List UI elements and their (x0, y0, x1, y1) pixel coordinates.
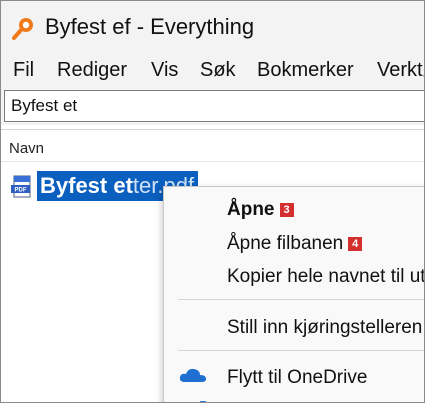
header-divider (1, 161, 424, 162)
menu-file[interactable]: Fil (13, 59, 34, 82)
menu-item-open-label: Åpne (227, 199, 275, 220)
menu-item-open[interactable]: Åpne 3 (227, 199, 294, 221)
window-title: Byfest ef - Everything (45, 14, 255, 39)
svg-text:PDF: PDF (15, 188, 27, 194)
step-badge: 3 (279, 203, 294, 217)
step-badge: 4 (348, 237, 363, 251)
search-bar (1, 87, 424, 125)
menu-item-open-path-label: Åpne filbanen (227, 233, 344, 254)
filename-match: Byfest et (40, 173, 133, 198)
magnifier-app-icon (12, 18, 33, 40)
app-window: Byfest ef - Everything Fil Rediger Vis S… (0, 0, 425, 403)
column-header-name[interactable]: Navn (9, 140, 44, 157)
menu-separator (178, 299, 424, 300)
context-menu: Åpne 3 Åpne filbanen 4 Kopier hele navnet … (163, 186, 424, 402)
menu-item-run-count-label: Still inn kjøringstelleren (227, 317, 423, 338)
menu-view[interactable]: Vis (151, 59, 178, 82)
divider (1, 129, 424, 130)
onedrive-icon (179, 368, 206, 382)
menu-item-move-to-onedrive[interactable]: Flytt til OneDrive (227, 367, 367, 389)
menu-search[interactable]: Søk (200, 59, 236, 82)
menu-item-copy-label: Kopier hele navnet til utklippstavlen (227, 266, 424, 287)
menu-bookmarks[interactable]: Bokmerker (257, 59, 354, 82)
menu-bar: Fil Rediger Vis Søk Bokmerker Verktøy (1, 53, 424, 87)
menu-item-set-run-count[interactable]: Still inn kjøringstelleren (227, 317, 422, 339)
search-input[interactable] (4, 90, 424, 122)
partial-menu-icon (200, 401, 206, 402)
menu-separator (178, 350, 424, 351)
title-bar: Byfest ef - Everything (1, 1, 424, 53)
menu-item-copy-full-name[interactable]: Kopier hele navnet til utklippstavlen (227, 266, 424, 288)
menu-edit[interactable]: Rediger (57, 59, 127, 82)
menu-item-onedrive-label: Flytt til OneDrive (227, 367, 368, 388)
menu-tools[interactable]: Verktøy (377, 59, 424, 82)
menu-item-open-path[interactable]: Åpne filbanen 4 (227, 233, 363, 255)
pdf-icon: PDF (11, 175, 31, 198)
